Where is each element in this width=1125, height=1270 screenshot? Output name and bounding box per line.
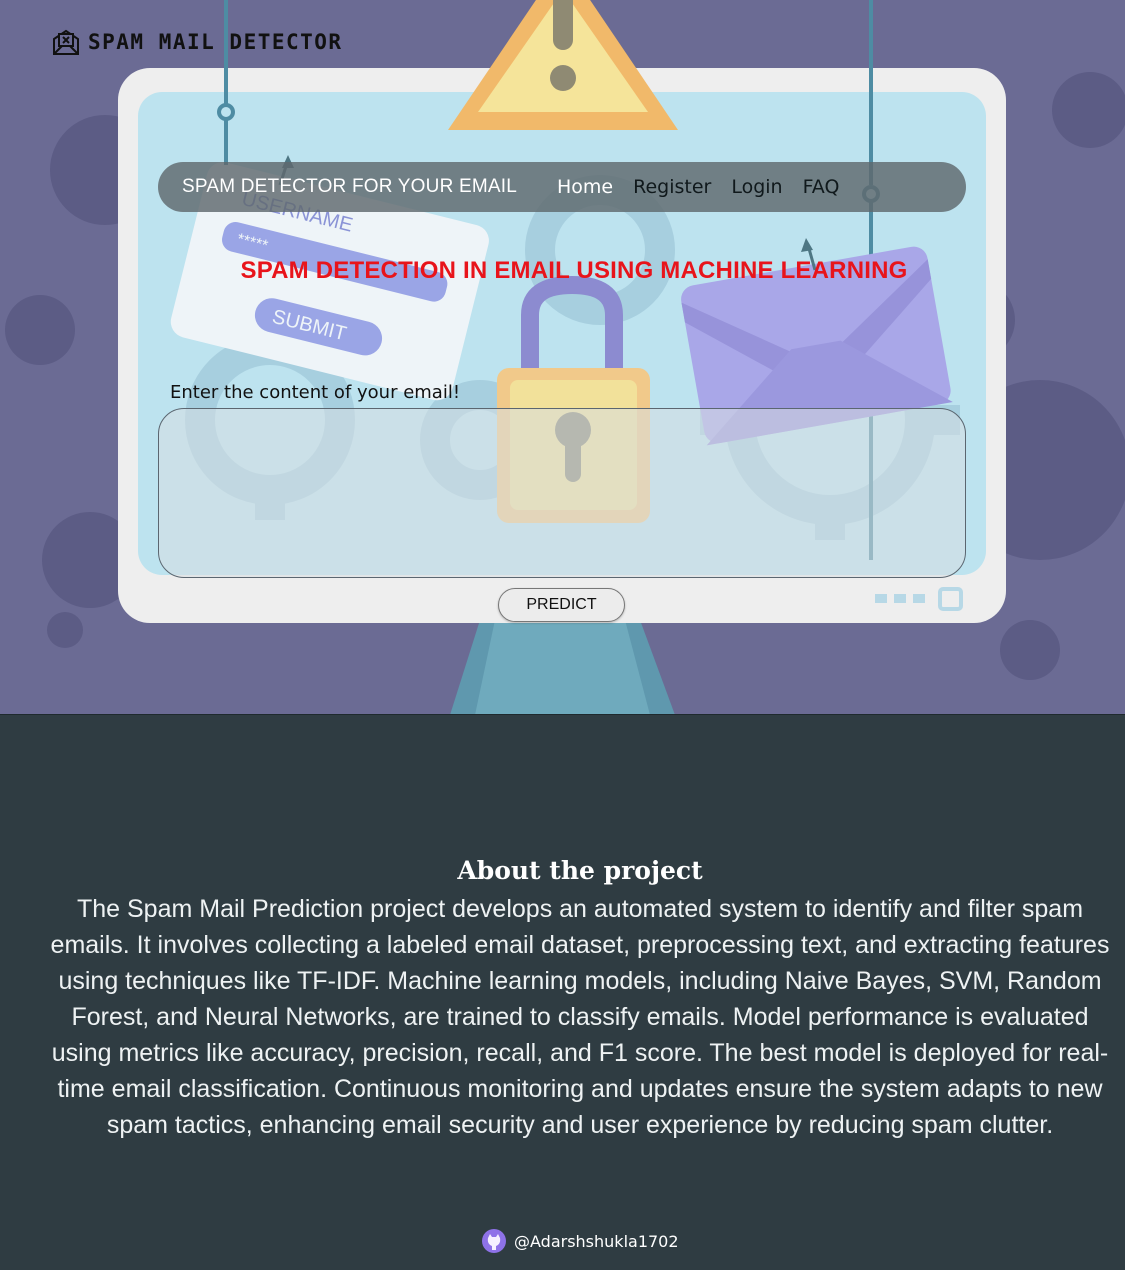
nav-link-faq[interactable]: FAQ [803,176,840,198]
footer-handle: @Adarshshukla1702 [514,1231,679,1251]
nav-link-login[interactable]: Login [731,176,782,198]
navbar: SPAM DETECTOR FOR YOUR EMAIL Home Regist… [158,162,966,212]
nav-link-home[interactable]: Home [557,176,613,198]
nav-links: Home Register Login FAQ [557,176,839,198]
hero-section: USERNAME ***** SUBMIT SPAM MAIL DETECTOR… [0,0,1125,715]
page-headline: SPAM DETECTION IN EMAIL USING MACHINE LE… [240,257,908,284]
email-content-input[interactable] [158,408,966,578]
about-section: About the project The Spam Mail Predicti… [0,716,1125,1270]
about-text: The Spam Mail Prediction project develop… [50,895,1110,1139]
about-title: About the project [457,856,703,885]
brand[interactable]: SPAM MAIL DETECTOR [52,28,343,56]
predict-button[interactable]: PREDICT [498,588,625,622]
footer-credit[interactable]: @Adarshshukla1702 [482,1229,679,1253]
envelope-x-icon [53,29,79,55]
nav-link-register[interactable]: Register [633,176,711,198]
nav-title: SPAM DETECTOR FOR YOUR EMAIL [182,176,517,197]
email-content-label: Enter the content of your email! [170,382,461,403]
github-icon [482,1229,506,1253]
brand-name: SPAM MAIL DETECTOR [88,30,343,54]
